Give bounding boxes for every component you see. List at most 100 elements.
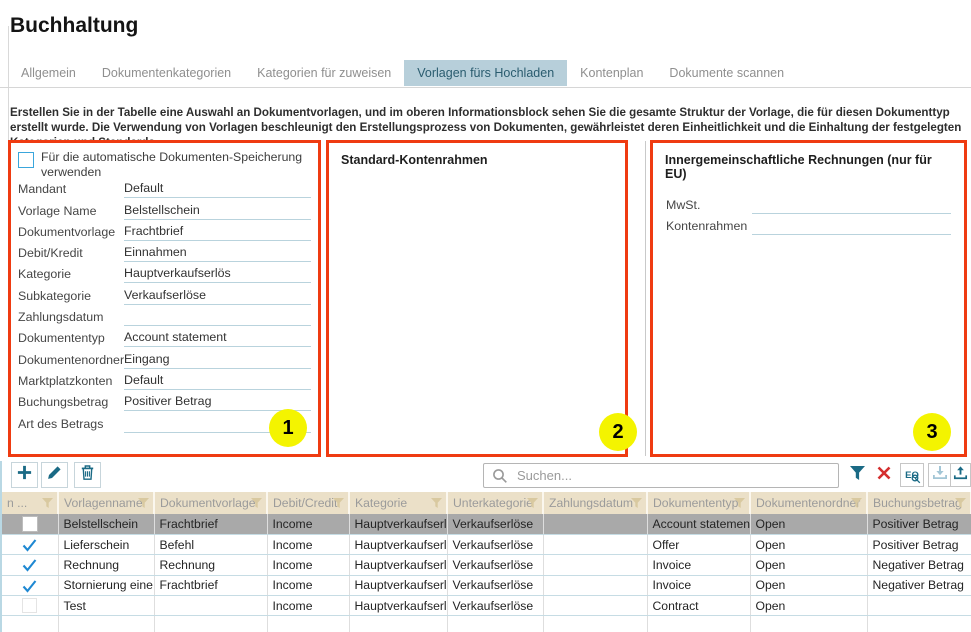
table-row[interactable]: Stornierung eine...FrachtbriefIncomeHaup… — [2, 575, 971, 595]
grid-cell[interactable]: Verkaufserlöse — [447, 575, 543, 595]
grid-cell[interactable]: Lieferschein — [58, 534, 154, 554]
grid-cell[interactable]: Frachtbrief — [154, 514, 267, 534]
grid-cell[interactable]: Income — [267, 575, 349, 595]
field-value[interactable]: Einnahmen — [124, 245, 311, 262]
grid-cell[interactable]: Offer — [647, 534, 750, 554]
tab-kontenplan[interactable]: Kontenplan — [567, 60, 656, 86]
grid-cell[interactable]: Negativer Betrag — [867, 575, 971, 595]
column-filter-icon[interactable] — [954, 497, 967, 509]
grid-cell[interactable]: Invoice — [647, 555, 750, 575]
grid-cell[interactable]: Hauptverkaufserl... — [349, 596, 447, 616]
grid-cell[interactable]: Open — [750, 555, 867, 575]
grid-cell[interactable]: Negativer Betrag — [867, 555, 971, 575]
column-header-dokumentenordner[interactable]: Dokumentenordner — [750, 492, 867, 514]
grid-cell[interactable]: Income — [267, 596, 349, 616]
column-header-unterkategorie[interactable]: Unterkategorie — [447, 492, 543, 514]
grid-cell[interactable]: Open — [750, 534, 867, 554]
grid-cell[interactable]: Invoice — [647, 575, 750, 595]
delete-button[interactable] — [74, 462, 101, 488]
filter-button[interactable] — [845, 463, 869, 487]
field-value[interactable]: Account statement — [124, 330, 311, 347]
grid-cell[interactable] — [543, 575, 647, 595]
column-filter-icon[interactable] — [733, 497, 746, 509]
export-button[interactable] — [928, 463, 952, 487]
grid-cell[interactable]: Hauptverkaufserl... — [349, 514, 447, 534]
search-input[interactable] — [515, 467, 838, 484]
grid-cell[interactable]: Rechnung — [154, 555, 267, 575]
grid-cell[interactable]: Rechnung — [58, 555, 154, 575]
tab-dokumente-scannen[interactable]: Dokumente scannen — [656, 60, 797, 86]
column-filter-icon[interactable] — [332, 497, 345, 509]
column-header-dokumententyp[interactable]: Dokumententyp — [647, 492, 750, 514]
grid-cell[interactable]: Open — [750, 514, 867, 534]
column-header-debit-credit[interactable]: Debit/Credit — [267, 492, 349, 514]
tab-kategorien-für-zuweisen[interactable]: Kategorien für zuweisen — [244, 60, 404, 86]
field-value[interactable] — [124, 309, 311, 326]
grid-cell[interactable]: Hauptverkaufserl... — [349, 575, 447, 595]
grid-cell[interactable]: Frachtbrief — [154, 575, 267, 595]
grid-cell[interactable] — [543, 596, 647, 616]
grid-cell[interactable] — [543, 514, 647, 534]
table-row[interactable]: RechnungRechnungIncomeHauptverkaufserl..… — [2, 555, 971, 575]
row-checkbox-cell[interactable] — [2, 514, 58, 534]
field-value[interactable]: Default — [124, 181, 311, 198]
column-filter-icon[interactable] — [630, 497, 643, 509]
add-button[interactable] — [11, 462, 38, 488]
column-filter-icon[interactable] — [526, 497, 539, 509]
grid-cell[interactable]: Income — [267, 555, 349, 575]
grid-cell[interactable]: Income — [267, 534, 349, 554]
grid-cell[interactable]: Income — [267, 514, 349, 534]
grid-cell[interactable] — [543, 534, 647, 554]
grid-cell[interactable]: Account statement — [647, 514, 750, 534]
column-filter-icon[interactable] — [850, 497, 863, 509]
grid-cell[interactable]: Verkaufserlöse — [447, 596, 543, 616]
row-checkbox-cell[interactable] — [2, 596, 58, 616]
row-checkbox-cell[interactable] — [2, 534, 58, 554]
grid-cell[interactable] — [867, 596, 971, 616]
grid-cell[interactable]: Verkaufserlöse — [447, 514, 543, 534]
column-filter-icon[interactable] — [430, 497, 443, 509]
tab-vorlagen-fürs-hochladen[interactable]: Vorlagen fürs Hochladen — [404, 60, 567, 86]
grid-cell[interactable]: Befehl — [154, 534, 267, 554]
field-value[interactable] — [752, 218, 951, 235]
column-filter-icon[interactable] — [137, 497, 150, 509]
row-checkbox-cell[interactable] — [2, 555, 58, 575]
field-value[interactable] — [752, 197, 951, 214]
filter-builder-button[interactable]: EQ — [900, 463, 924, 487]
row-checkbox-cell[interactable] — [2, 575, 58, 595]
column-filter-icon[interactable] — [250, 497, 263, 509]
edit-button[interactable] — [41, 462, 68, 488]
field-value[interactable]: Default — [124, 373, 311, 390]
column-header-vorlagenname[interactable]: Vorlagenname — [58, 492, 154, 514]
grid-cell[interactable]: Test — [58, 596, 154, 616]
grid-cell[interactable]: Contract — [647, 596, 750, 616]
column-header-n[interactable]: n ... — [2, 492, 58, 514]
column-header-dokumentvorlage[interactable]: Dokumentvorlage — [154, 492, 267, 514]
grid-cell[interactable]: Hauptverkaufserl... — [349, 534, 447, 554]
grid-cell[interactable]: Open — [750, 596, 867, 616]
field-value[interactable]: Frachtbrief — [124, 224, 311, 241]
table-row[interactable]: BelstellscheinFrachtbriefIncomeHauptverk… — [2, 514, 971, 534]
grid-cell[interactable]: Positiver Betrag — [867, 534, 971, 554]
row-checkbox[interactable] — [22, 516, 38, 532]
table-row[interactable]: Test IncomeHauptverkaufserl...Verkaufserl… — [2, 596, 971, 616]
field-value[interactable]: Hauptverkaufserlös — [124, 266, 311, 283]
column-header-buchungsbetrag[interactable]: Buchungsbetrag — [867, 492, 971, 514]
table-row[interactable]: LieferscheinBefehlIncomeHauptverkaufserl… — [2, 534, 971, 554]
grid-cell[interactable] — [543, 555, 647, 575]
field-value[interactable]: Verkaufserlöse — [124, 288, 311, 305]
upload-button[interactable] — [950, 463, 971, 487]
clear-filter-button[interactable] — [872, 463, 896, 487]
grid-cell[interactable]: Open — [750, 575, 867, 595]
tab-allgemein[interactable]: Allgemein — [8, 60, 89, 86]
grid-cell[interactable]: Verkaufserlöse — [447, 555, 543, 575]
column-header-kategorie[interactable]: Kategorie — [349, 492, 447, 514]
grid-cell[interactable]: Belstellschein — [58, 514, 154, 534]
row-checkbox[interactable] — [22, 598, 37, 613]
grid-cell[interactable]: Verkaufserlöse — [447, 534, 543, 554]
grid-cell[interactable]: Stornierung eine... — [58, 575, 154, 595]
grid-cell[interactable]: Positiver Betrag — [867, 514, 971, 534]
auto-save-checkbox[interactable] — [18, 152, 34, 168]
field-value[interactable]: Belstellschein — [124, 203, 311, 220]
field-value[interactable]: Eingang — [124, 352, 311, 369]
